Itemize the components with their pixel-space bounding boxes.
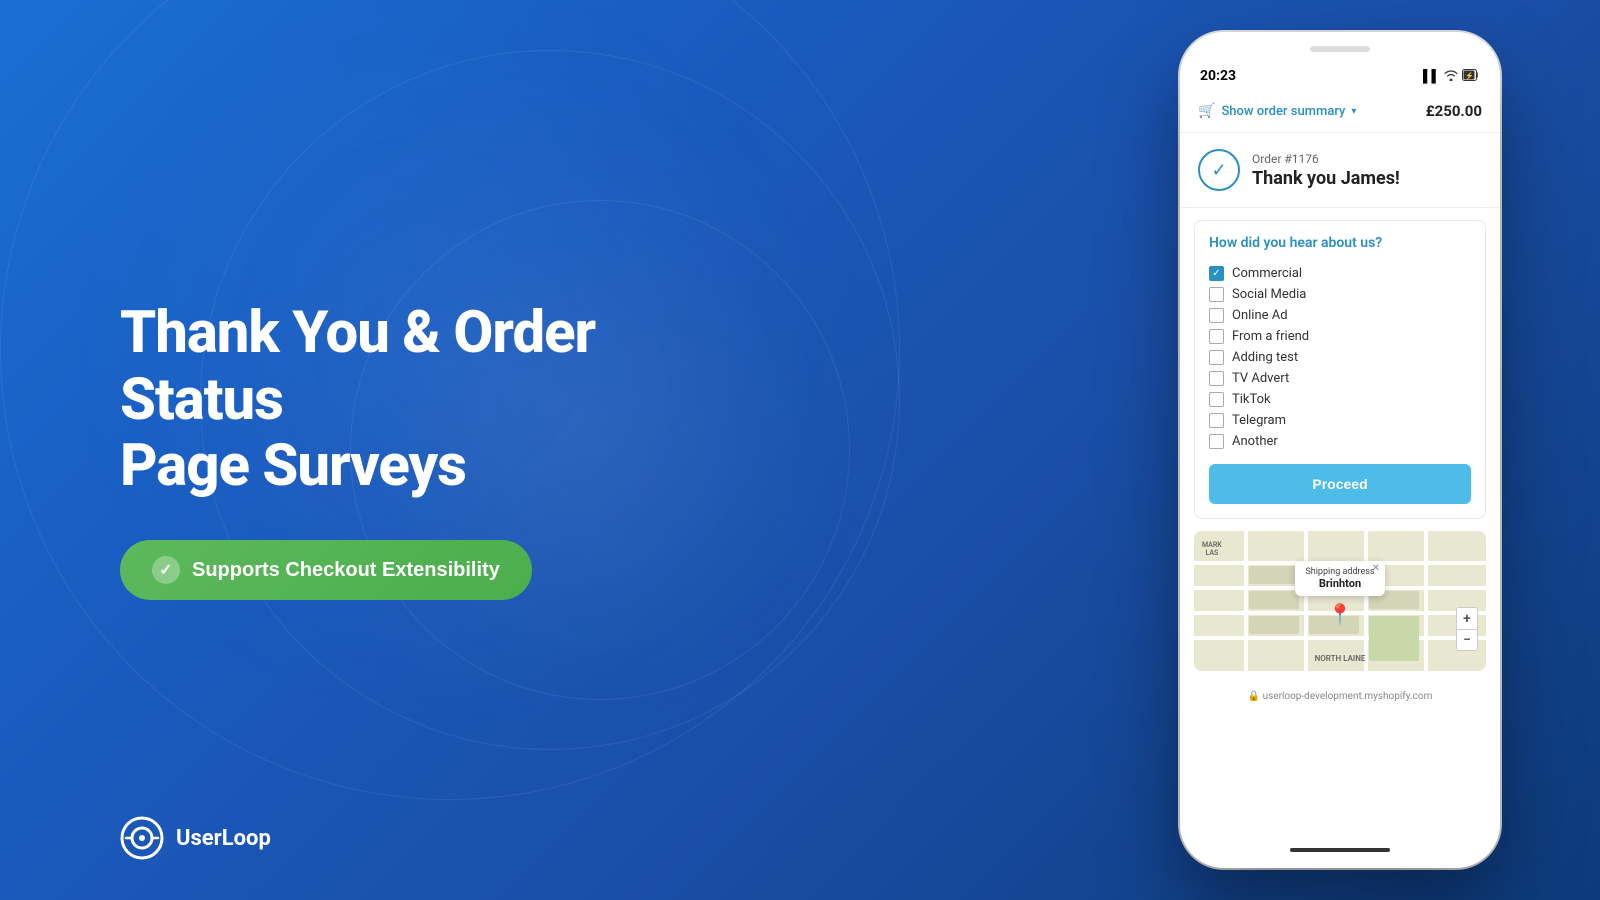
phone-frame: 20:23 ▌▌ ⚡ [1180,32,1500,868]
phone-bottom-area [1180,840,1500,868]
signal-icon: ▌▌ [1423,69,1440,83]
order-number: Order #1176 [1252,152,1400,166]
chevron-down-icon: ▾ [1351,106,1356,117]
map-area-label: NORTH LAINE [1315,654,1366,663]
badge-label: Supports Checkout Extensibility [192,559,500,582]
order-price: £250.00 [1426,102,1482,120]
survey-option-commercial[interactable]: ✓ Commercial [1209,263,1471,284]
wifi-icon [1444,69,1458,84]
survey-option-social-media[interactable]: Social Media [1209,284,1471,305]
order-check-icon: ✓ [1198,149,1240,191]
checkbox-online-ad[interactable] [1209,308,1224,323]
map-road [1304,531,1308,671]
survey-option-telegram[interactable]: Telegram [1209,410,1471,431]
map-pin: 📍 [1328,602,1353,626]
checkout-extensibility-badge[interactable]: ✓ Supports Checkout Extensibility [120,540,532,600]
map-city: Brinhton [1305,577,1375,590]
status-icons: ▌▌ ⚡ [1423,69,1480,84]
thank-you-text: Order #1176 Thank you James! [1252,152,1400,189]
checkbox-social-media[interactable] [1209,287,1224,302]
checkbox-tv-advert[interactable] [1209,371,1224,386]
main-title: Thank You & Order Status Page Surveys [120,300,760,500]
map-tooltip-close-icon[interactable]: ✕ [1372,563,1380,574]
map-street-label: MARKLAS [1202,541,1222,557]
phone-home-indicator[interactable] [1290,848,1390,852]
survey-section: How did you hear about us? ✓ Commercial … [1194,220,1486,519]
option-label-another: Another [1232,434,1278,449]
option-label-online-ad: Online Ad [1232,308,1288,323]
url-lock-icon: 🔒 [1248,691,1260,702]
checkbox-commercial[interactable]: ✓ [1209,266,1224,281]
map-road [1244,531,1248,671]
map-block [1249,616,1299,634]
map-shipping-address-label: Shipping address [1305,567,1375,577]
map-background: NORTH LAINE MARKLAS ✕ Shipping address B… [1194,531,1486,671]
survey-option-adding-test[interactable]: Adding test [1209,347,1471,368]
svg-text:⚡: ⚡ [1465,71,1474,80]
map-grid [1194,531,1486,671]
checkbox-telegram[interactable] [1209,413,1224,428]
order-summary-toggle[interactable]: 🛒 Show order summary ▾ [1198,103,1356,119]
map-zoom-controls: + − [1456,607,1478,651]
phone-content: 🛒 Show order summary ▾ £250.00 ✓ Order #… [1180,90,1500,840]
map-green-area [1369,616,1419,661]
battery-icon: ⚡ [1462,69,1480,84]
option-label-tv-advert: TV Advert [1232,371,1289,386]
option-label-adding-test: Adding test [1232,350,1298,365]
option-label-tiktok: TikTok [1232,392,1271,407]
logo-text: UserLoop [176,826,271,851]
checkbox-from-friend[interactable] [1209,329,1224,344]
option-label-social-media: Social Media [1232,287,1306,302]
order-summary-label: Show order summary [1221,104,1345,119]
map-section: NORTH LAINE MARKLAS ✕ Shipping address B… [1194,531,1486,671]
phone-top-area [1180,32,1500,58]
survey-option-another[interactable]: Another [1209,431,1471,452]
cart-icon: 🛒 [1198,103,1215,119]
logo-icon [120,816,164,860]
map-block [1249,591,1299,609]
map-road [1424,531,1428,671]
map-road [1194,636,1486,640]
checkbox-adding-test[interactable] [1209,350,1224,365]
status-time: 20:23 [1200,68,1236,84]
checkbox-another[interactable] [1209,434,1224,449]
phone-speaker [1310,46,1370,52]
phone-status-bar: 20:23 ▌▌ ⚡ [1180,58,1500,90]
survey-question: How did you hear about us? [1209,235,1471,251]
phone-mockup: 20:23 ▌▌ ⚡ [1180,32,1500,868]
thank-you-section: ✓ Order #1176 Thank you James! [1180,133,1500,208]
option-label-commercial: Commercial [1232,266,1302,281]
phone-url-bar: 🔒 userloop-development.myshopify.com [1180,685,1500,712]
thank-you-message: Thank you James! [1252,168,1400,189]
survey-option-tv-advert[interactable]: TV Advert [1209,368,1471,389]
proceed-button[interactable]: Proceed [1209,464,1471,504]
url-text: userloop-development.myshopify.com [1263,691,1433,702]
map-zoom-out-button[interactable]: − [1456,629,1478,651]
survey-option-from-friend[interactable]: From a friend [1209,326,1471,347]
badge-check-icon: ✓ [152,556,180,584]
survey-option-online-ad[interactable]: Online Ad [1209,305,1471,326]
left-content-area: Thank You & Order Status Page Surveys ✓ … [120,300,760,600]
order-summary-bar[interactable]: 🛒 Show order summary ▾ £250.00 [1180,90,1500,133]
userloop-logo: UserLoop [120,816,271,860]
map-tooltip: ✕ Shipping address Brinhton [1295,561,1385,596]
map-road [1364,531,1368,671]
survey-option-tiktok[interactable]: TikTok [1209,389,1471,410]
map-zoom-in-button[interactable]: + [1456,607,1478,629]
map-block [1249,566,1299,584]
option-label-telegram: Telegram [1232,413,1286,428]
option-label-from-friend: From a friend [1232,329,1309,344]
checkbox-tiktok[interactable] [1209,392,1224,407]
